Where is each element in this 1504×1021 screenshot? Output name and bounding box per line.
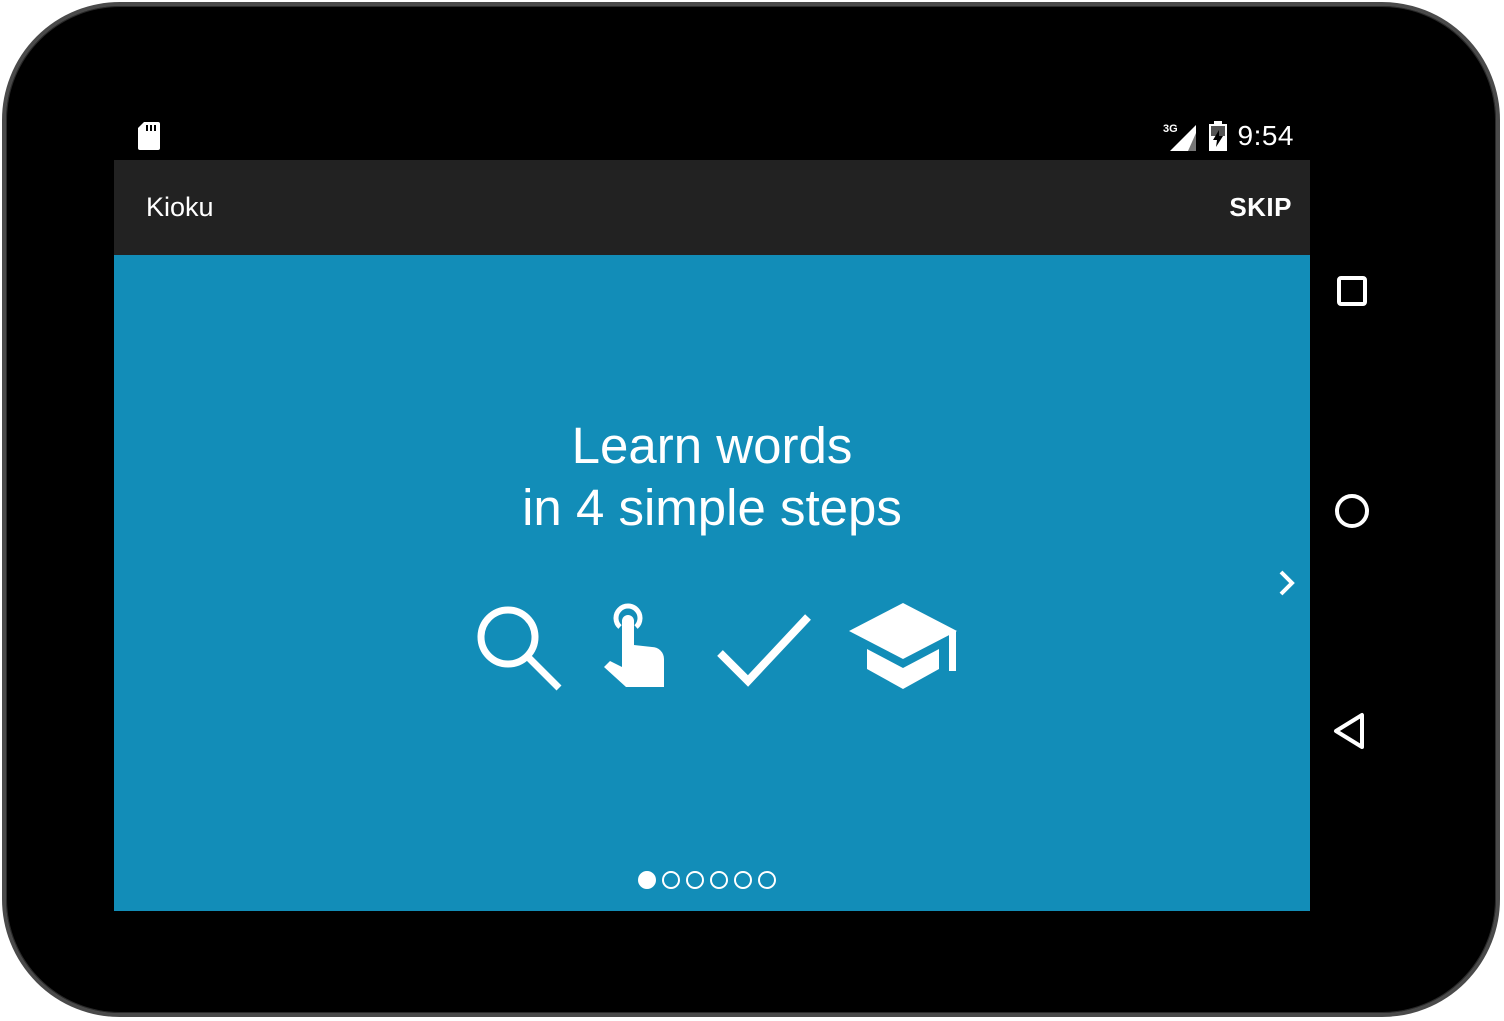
touch-icon [604, 603, 664, 687]
page-dot[interactable] [734, 871, 752, 889]
battery-charging-icon [1208, 121, 1227, 151]
onboarding-page[interactable]: Learn words in 4 simple steps [114, 255, 1310, 911]
clock: 9:54 [1237, 120, 1294, 151]
page-dot[interactable] [758, 871, 776, 889]
network-type-label: 3G [1163, 123, 1178, 135]
headline-line-1: Learn words [571, 417, 853, 474]
signal-3g-icon: 3G [1163, 123, 1196, 151]
page-dot-active[interactable] [638, 871, 656, 889]
steps-icons [474, 601, 964, 697]
status-bar: 3G 9:54 [114, 112, 1310, 160]
page-indicator [638, 871, 776, 893]
back-button[interactable] [1330, 709, 1374, 753]
page-dot[interactable] [686, 871, 704, 889]
app-title: Kioku [146, 192, 214, 222]
skip-button[interactable]: SKIP [1229, 160, 1292, 255]
headline-line-2: in 4 simple steps [522, 479, 902, 536]
graduation-cap-icon [849, 603, 957, 689]
app-toolbar: Kioku SKIP [114, 160, 1310, 255]
recents-button[interactable] [1330, 269, 1374, 313]
page-dot[interactable] [662, 871, 680, 889]
next-page-arrow-icon[interactable] [1272, 565, 1300, 601]
page-dot[interactable] [710, 871, 728, 889]
search-icon [477, 606, 562, 691]
home-button[interactable] [1330, 489, 1374, 533]
check-icon [717, 614, 811, 687]
system-navigation-bar [1310, 255, 1394, 911]
sd-card-icon [138, 122, 160, 150]
